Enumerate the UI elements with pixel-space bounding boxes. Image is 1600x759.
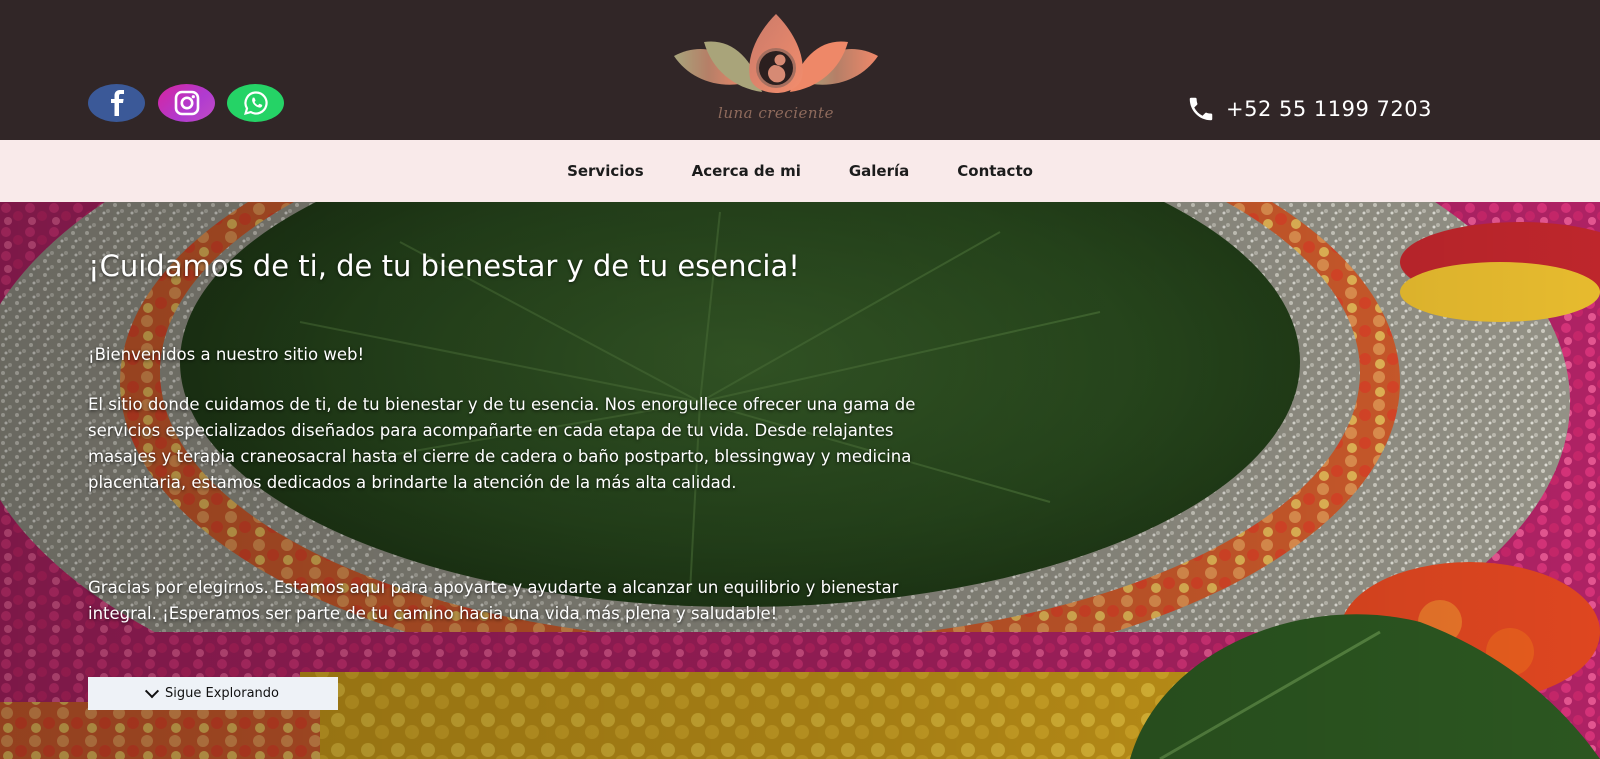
- hero-title: ¡Cuidamos de ti, de tu bienestar y de tu…: [88, 249, 800, 283]
- nav-item-galeria[interactable]: Galería: [849, 162, 909, 180]
- hero-welcome: ¡Bienvenidos a nuestro sitio web!: [88, 345, 365, 364]
- top-header: luna creciente +52 55 1199 7203: [0, 0, 1600, 140]
- phone-icon: [1189, 97, 1213, 121]
- hero-section: ¡Cuidamos de ti, de tu bienestar y de tu…: [0, 202, 1600, 759]
- lotus-logo-icon: [674, 14, 878, 93]
- main-nav: Servicios Acerca de mi Galería Contacto: [0, 140, 1600, 202]
- phone-number: +52 55 1199 7203: [1226, 97, 1432, 121]
- hero-paragraph-2: Gracias por elegirnos. Estamos aquí para…: [88, 578, 899, 623]
- hero-paragraph-1: El sitio donde cuidamos de ti, de tu bie…: [88, 395, 916, 492]
- instagram-icon[interactable]: [158, 84, 215, 122]
- chevron-down-icon: [144, 683, 160, 698]
- whatsapp-icon[interactable]: [227, 84, 284, 122]
- sigue-explorando-label: Sigue Explorando: [165, 686, 279, 701]
- nav-item-servicios[interactable]: Servicios: [567, 162, 644, 180]
- facebook-icon[interactable]: [88, 84, 145, 122]
- sigue-explorando-button[interactable]: Sigue Explorando: [88, 677, 338, 710]
- nav-item-acerca-de-mi[interactable]: Acerca de mi: [692, 162, 801, 180]
- nav-item-contacto[interactable]: Contacto: [957, 162, 1033, 180]
- phone-contact[interactable]: +52 55 1199 7203: [1184, 94, 1432, 124]
- logo[interactable]: luna creciente: [670, 12, 882, 128]
- logo-text: luna creciente: [718, 104, 834, 122]
